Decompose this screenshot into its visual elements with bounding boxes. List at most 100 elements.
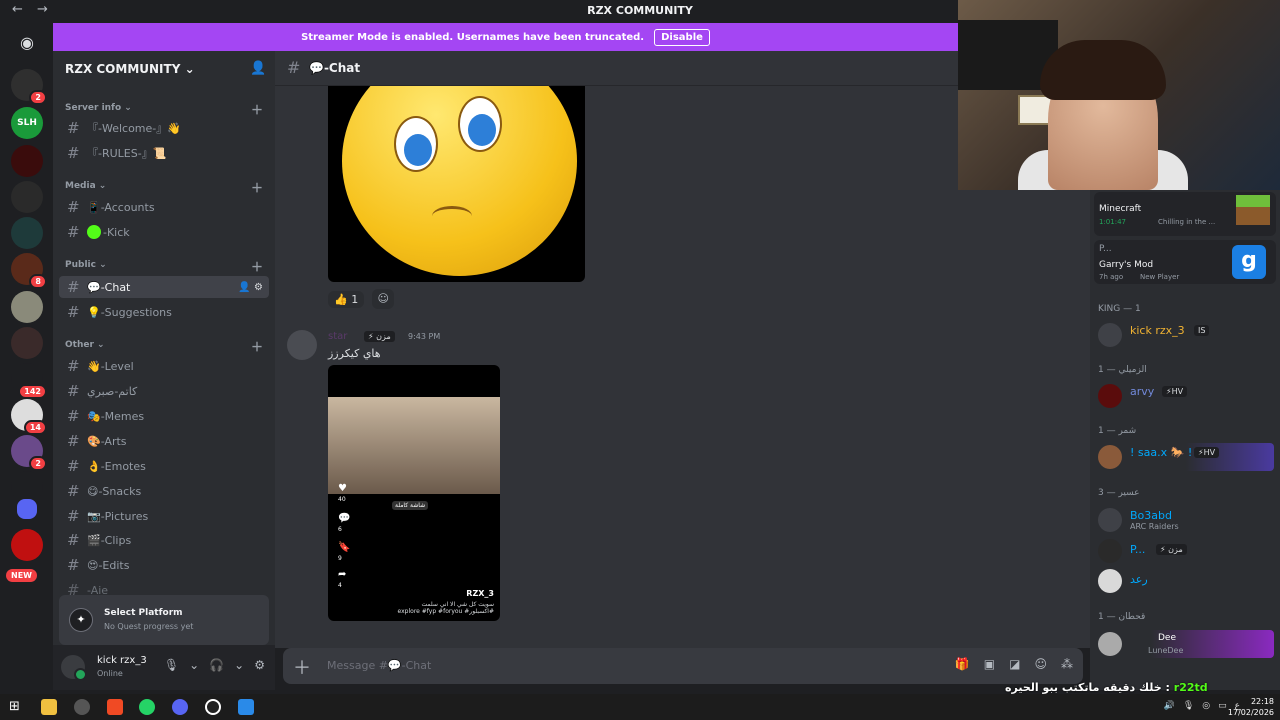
category-media[interactable]: Media ⌄ ＋ [65,181,263,195]
obs-icon[interactable] [74,699,90,715]
channel-item[interactable]: # كاتم-صبري [59,380,269,402]
username[interactable]: kick rzx_3 [97,655,147,666]
channel-item[interactable]: # 💡-Suggestions [59,301,269,323]
microphone-icon[interactable]: 🎙 [164,658,179,672]
discord-icon[interactable] [172,699,188,715]
category-server-info[interactable]: Server info ⌄ ＋ [65,103,263,117]
channel-item[interactable]: # 🎨-Arts [59,430,269,452]
quest-card[interactable]: ✦ Select Platform No Quest progress yet [59,595,269,645]
comment-icon[interactable]: 💬 [338,513,350,524]
member-activity: LuneDee [1148,646,1184,655]
microphone-icon[interactable]: 🎙 [1183,701,1194,711]
channel-item[interactable]: # 👌-Emotes [59,455,269,477]
server-name-header[interactable]: RZX COMMUNITY ⌄ [65,62,195,76]
file-explorer-icon[interactable] [41,699,57,715]
bookmark-icon[interactable]: 🔖 [338,542,350,553]
category-public[interactable]: Public ⌄ ＋ [65,260,263,274]
server-icon[interactable] [11,291,43,323]
category-other[interactable]: Other ⌄ ＋ [65,340,263,354]
add-reaction-icon[interactable]: ☺ [372,289,395,309]
server-icon[interactable] [11,145,43,177]
chevron-down-icon[interactable]: ⌄ [189,658,199,672]
member-item[interactable]: arvy ⚡HV [1098,382,1274,410]
tray-app-icon[interactable]: ▭ [1218,701,1227,711]
message-input[interactable]: Message #💬-Chat [327,659,431,672]
channel-item[interactable]: # 😍-Edits [59,554,269,576]
discord-home-icon[interactable]: ◉ [11,27,43,59]
server-icon[interactable]: 2 [11,435,47,471]
windows-start-icon[interactable]: ⊞ [9,699,25,715]
chevron-down-icon[interactable]: ⌄ [234,658,244,672]
activity-card[interactable]: Minecraft 1:01:47 Chilling in the ... [1094,192,1276,236]
server-icon[interactable]: 2 [11,69,47,105]
server-icon[interactable] [11,327,43,359]
emoji-icon[interactable]: ☺ [1034,657,1047,671]
add-channel-icon[interactable]: ＋ [251,101,263,118]
activity-card[interactable]: P... Garry's Mod 7h ago New Player g [1094,240,1276,284]
channel-item[interactable]: # -Kick [59,221,269,243]
message-composer[interactable]: ＋ Message #💬-Chat 🎁 ▣ ◪ ☺ ⁂ [283,648,1083,684]
channel-item[interactable]: # 👋-Level [59,355,269,377]
network-icon[interactable]: ◎ [1202,701,1210,711]
channel-item[interactable]: # 📷-Pictures [59,505,269,527]
member-item[interactable]: رعد [1098,567,1274,595]
heart-icon[interactable]: ♥ [338,483,347,494]
share-icon[interactable]: ➦ [338,569,346,580]
brave-icon[interactable] [107,699,123,715]
steam-icon[interactable] [205,699,221,715]
fullscreen-button[interactable]: شاشة كاملة [392,501,429,510]
sad-emoji-image[interactable] [328,86,585,282]
clock[interactable]: 22:18 17/02/2026 [1228,696,1274,718]
server-icon[interactable]: SLH [11,107,43,139]
channel-item[interactable]: # 🎬-Clips [59,529,269,551]
app-icon[interactable] [238,699,254,715]
gift-icon[interactable]: 🎁 [955,657,970,671]
video-embed[interactable]: ♥ 40 💬 6 🔖 9 ➦ 4 شاشة كاملة RZX_3 سويت ك… [328,365,500,621]
avatar [1098,569,1122,593]
server-icon[interactable]: 8 [11,253,47,289]
server-icon[interactable]: 142 [11,363,47,399]
channel-item[interactable]: # 🎭-Memes [59,405,269,427]
headphones-icon[interactable]: 🎧 [209,658,224,672]
gif-icon[interactable]: ▣ [984,657,995,671]
whatsapp-icon[interactable] [139,699,155,715]
member-item[interactable]: Bo3abd ARC Raiders [1098,506,1274,534]
channel-label: 『-RULES-』📜 [87,147,167,160]
channel-item-active[interactable]: # 💬-Chat 👤 ⚙ [59,276,269,298]
avatar[interactable] [287,330,317,360]
channel-label: 📷-Pictures [87,509,149,523]
sticker-icon[interactable]: ◪ [1009,657,1020,671]
member-item[interactable]: ! saa.x 🐎 ! ⚡HV [1098,443,1274,471]
server-icon[interactable] [11,181,43,213]
apps-icon[interactable]: ⁂ [1061,657,1073,671]
channel-item[interactable]: # 😋-Snacks [59,480,269,502]
video-username: RZX_3 [466,589,494,598]
channel-item[interactable]: # 『-RULES-』📜 [59,142,269,164]
add-channel-icon[interactable]: ＋ [251,258,263,275]
gear-icon[interactable]: ⚙ [254,658,265,672]
server-icon[interactable]: 14 [11,399,47,435]
member-item[interactable]: kick rzx_3 IS [1098,321,1274,349]
disable-button[interactable]: Disable [654,28,710,46]
guild-tag[interactable]: ⚡ مزن [364,331,395,342]
server-icon[interactable] [11,217,43,249]
gear-icon[interactable]: ⚙ [254,282,263,293]
channel-item[interactable]: # 📱-Accounts [59,196,269,218]
avatar[interactable] [61,655,87,681]
hash-icon: # [67,556,80,574]
activity-game: Garry's Mod [1099,260,1154,270]
server-icon[interactable] [11,529,43,561]
member-item[interactable]: Dee LuneDee [1098,630,1274,658]
add-channel-icon[interactable]: ＋ [251,338,263,355]
add-channel-icon[interactable]: ＋ [251,179,263,196]
server-folder-icon[interactable] [17,499,37,519]
speaker-icon[interactable]: 🔊 [1164,701,1175,711]
thumbs-up-reaction[interactable]: 👍 1 [328,290,365,308]
channel-item[interactable]: # 『-Welcome-』👋 [59,117,269,139]
attach-plus-icon[interactable]: ＋ [293,654,311,680]
clock-date: 17/02/2026 [1227,708,1274,717]
invite-people-icon[interactable]: 👤 [250,61,266,76]
member-item[interactable]: P... ⚡ مزن [1098,537,1274,565]
create-invite-icon[interactable]: 👤 [238,282,250,293]
message-author[interactable]: star [328,331,347,342]
